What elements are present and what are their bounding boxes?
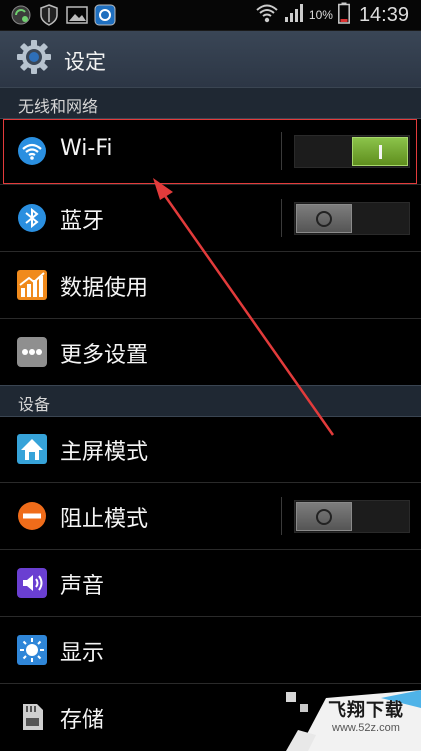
home-screen-label: 主屏模式 [60,440,149,465]
more-icon [17,337,47,367]
page-title: 设定 [64,50,106,74]
settings-item-bluetooth[interactable]: 蓝牙 [0,185,421,252]
divider [281,497,282,535]
section-header-wireless: 无线和网络 [0,87,421,119]
section-header-device: 设备 [0,385,421,417]
battery-icon [337,2,350,28]
data-usage-label: 数据使用 [60,276,149,301]
settings-item-data-usage[interactable]: 数据使用 [0,252,421,319]
divider [281,199,282,237]
watermark-text: 飞翔下载 [328,700,404,721]
toggle-knob-off [296,204,352,233]
gallery-icon [66,4,88,26]
settings-item-blocking-mode[interactable]: 阻止模式 [0,483,421,550]
sync-icon [10,4,32,26]
settings-item-sound[interactable]: 声音 [0,550,421,617]
bluetooth-toggle[interactable] [294,202,410,235]
cell-signal-icon [284,3,304,27]
more-settings-label: 更多设置 [60,343,149,368]
settings-item-home-screen[interactable]: 主屏模式 [0,416,421,483]
clock: 14:39 [358,3,409,26]
blocking-mode-toggle[interactable] [294,500,410,533]
settings-item-display[interactable]: 显示 [0,617,421,684]
toggle-knob-off [296,502,352,531]
settings-item-more[interactable]: 更多设置 [0,319,421,386]
bluetooth-icon [17,203,47,233]
storage-label: 存储 [60,708,105,733]
sound-label: 声音 [60,574,105,599]
app-notification-icon [94,4,116,26]
watermark-url: www.52z.com [332,722,400,734]
display-icon [17,635,47,665]
title-bar: 设定 [0,31,421,88]
data-usage-icon [17,270,47,300]
block-icon [17,501,47,531]
blocking-mode-label: 阻止模式 [60,507,149,532]
sound-icon [17,568,47,598]
wifi-signal-icon [255,2,279,28]
home-screen-icon [17,434,47,464]
battery-percent: 10% [308,8,333,22]
storage-icon [17,702,47,732]
bluetooth-label: 蓝牙 [60,209,105,234]
display-label: 显示 [60,641,105,666]
shield-icon [38,4,60,26]
wifi-highlight-box [3,119,417,184]
settings-gear-icon[interactable] [16,39,52,75]
watermark: 飞翔下载 www.52z.com [286,690,421,751]
status-bar: 10% 14:39 [0,0,421,31]
